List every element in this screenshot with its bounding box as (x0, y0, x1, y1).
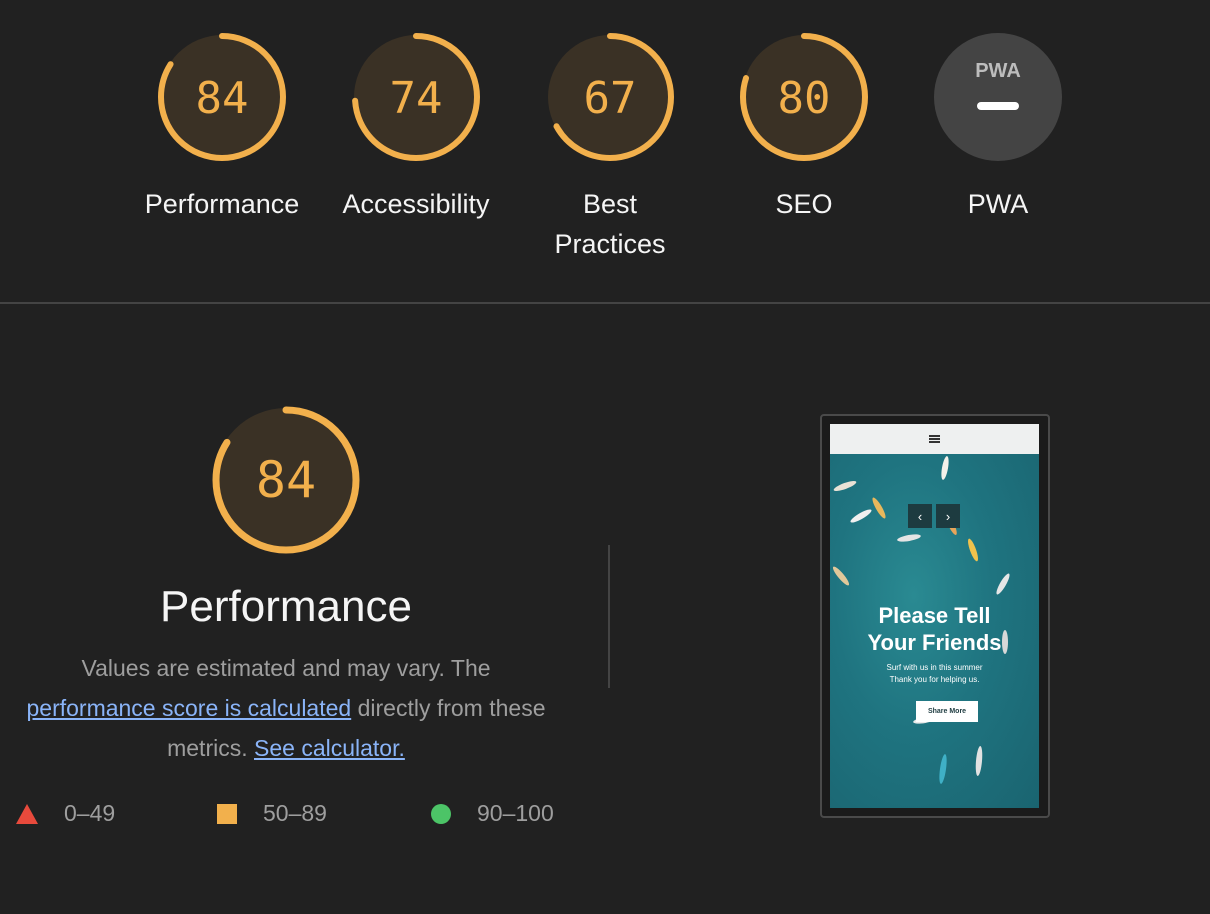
see-calculator-link[interactable]: See calculator. (254, 735, 405, 761)
best-practices-gauge-ring: 67 (546, 33, 674, 161)
square-icon (217, 803, 237, 824)
best-practices-score: 67 (584, 73, 637, 124)
performance-description: Values are estimated and may vary. The p… (0, 648, 572, 768)
ocean-background-image: ‹ › Please Tell Your Friends Surf with u… (830, 454, 1039, 808)
gauge-accessibility[interactable]: 74 Accessibility (326, 32, 506, 224)
hero-title-line1: Please Tell (878, 603, 991, 628)
final-screenshot[interactable]: ‹ › Please Tell Your Friends Surf with u… (820, 414, 1050, 818)
gauge-seo[interactable]: 80 SEO (714, 32, 894, 224)
description-text-1: Values are estimated and may vary. The (81, 655, 491, 681)
performance-main-score: 84 (256, 451, 316, 509)
performance-heading: Performance (160, 582, 412, 631)
legend-pass: 90–100 (431, 800, 554, 827)
legend-average-range: 50–89 (263, 800, 327, 826)
accessibility-score: 74 (390, 73, 443, 124)
hero-sub-line2: Thank you for helping us. (889, 675, 980, 684)
performance-label: Performance (144, 189, 300, 219)
legend-fail-range: 0–49 (64, 800, 116, 826)
circle-icon (431, 803, 451, 824)
pwa-label: PWA (967, 189, 1029, 219)
carousel-prev-button[interactable]: ‹ (908, 504, 932, 528)
seo-label: SEO (775, 189, 833, 219)
gauge-pwa[interactable]: PWA PWA (908, 32, 1088, 224)
section-divider (0, 302, 1210, 304)
chevron-right-icon: › (945, 508, 951, 524)
hero-title: Please Tell Your Friends (830, 602, 1039, 656)
accessibility-label: Accessibility (342, 189, 490, 219)
pwa-dash-icon (977, 102, 1019, 110)
share-more-button[interactable]: Share More (916, 701, 978, 722)
performance-score: 84 (196, 73, 249, 124)
performance-gauge-ring: 84 (158, 33, 286, 161)
performance-main-gauge: 84 (212, 406, 360, 554)
screenshot-header (830, 424, 1039, 454)
seo-score: 80 (778, 73, 831, 124)
accessibility-gauge-ring: 74 (352, 33, 480, 161)
triangle-icon (16, 803, 38, 824)
hamburger-menu-icon (929, 435, 940, 443)
best-practices-label: Best Practices (554, 189, 666, 259)
legend-fail: 0–49 (16, 800, 115, 827)
gauge-best-practices[interactable]: 67 Best Practices (520, 32, 700, 264)
category-gauges: 84 Performance 74 Accessibility 67 Best … (0, 0, 1210, 302)
carousel-next-button[interactable]: › (936, 504, 960, 528)
legend-pass-range: 90–100 (477, 800, 554, 826)
hero-title-line2: Your Friends (867, 630, 1002, 655)
pwa-badge-text: PWA (975, 60, 1021, 82)
hero-subtitle: Surf with us in this summer Thank you fo… (830, 662, 1039, 686)
legend-average: 50–89 (217, 800, 327, 827)
score-legend: 0–49 50–89 90–100 (0, 800, 600, 840)
seo-gauge-ring: 80 (740, 33, 868, 161)
hero-sub-line1: Surf with us in this summer (886, 663, 983, 672)
gauge-performance[interactable]: 84 Performance (132, 32, 312, 224)
vertical-divider (608, 545, 610, 688)
screenshot-viewport: ‹ › Please Tell Your Friends Surf with u… (830, 424, 1039, 808)
pwa-badge-icon: PWA (934, 33, 1062, 161)
performance-score-link[interactable]: performance score is calculated (26, 695, 351, 721)
chevron-left-icon: ‹ (917, 508, 923, 524)
